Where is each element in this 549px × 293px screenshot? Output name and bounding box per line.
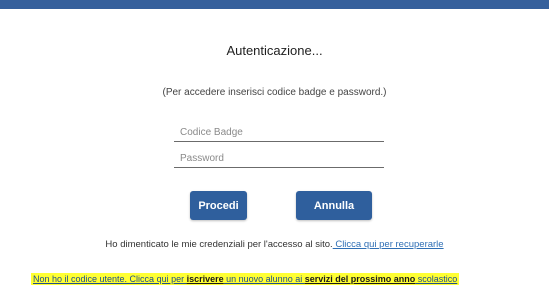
- login-instructions: (Per accedere inserisci codice badge e p…: [162, 87, 387, 98]
- password-input[interactable]: [174, 150, 384, 168]
- register-link-services[interactable]: servizi del prossimo anno: [305, 274, 416, 284]
- recover-credentials-link[interactable]: Clicca qui per recuperarle: [333, 239, 443, 250]
- register-link-part1[interactable]: Non ho il codice utente. Clicca qui per: [33, 274, 187, 284]
- register-link-part3[interactable]: scolastico: [415, 274, 458, 284]
- page-title: Autenticazione...: [226, 43, 323, 58]
- cancel-button[interactable]: Annulla: [296, 191, 372, 220]
- register-link-enroll[interactable]: iscrivere: [187, 274, 224, 284]
- forgot-credentials-label: Ho dimenticato le mie credenziali per l'…: [105, 239, 333, 250]
- proceed-button[interactable]: Procedi: [190, 191, 247, 220]
- register-new-student-banner[interactable]: Non ho il codice utente. Clicca qui per …: [31, 273, 460, 285]
- register-link-part2[interactable]: un nuovo alunno ai: [224, 274, 305, 284]
- forgot-credentials-text: Ho dimenticato le mie credenziali per l'…: [0, 239, 549, 250]
- badge-code-input[interactable]: [174, 124, 384, 142]
- top-header-bar: [0, 0, 549, 9]
